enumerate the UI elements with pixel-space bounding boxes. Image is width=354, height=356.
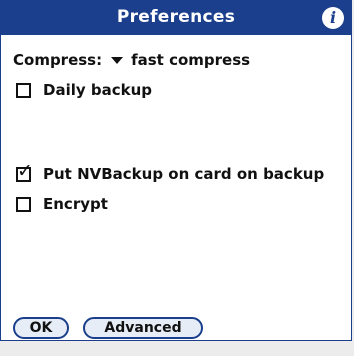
compress-label: Compress:: [13, 51, 103, 69]
daily-backup-row[interactable]: Daily backup: [13, 81, 152, 99]
put-on-card-label[interactable]: Put NVBackup on card on backup: [43, 165, 324, 183]
title-bar: Preferences i: [1, 1, 351, 35]
ok-button[interactable]: OK: [13, 317, 69, 339]
advanced-button[interactable]: Advanced: [83, 317, 203, 339]
compress-select[interactable]: fast compress: [131, 51, 250, 69]
checkmark-icon: ✓: [17, 159, 33, 182]
info-icon[interactable]: i: [322, 7, 344, 29]
daily-backup-checkbox[interactable]: [16, 82, 31, 98]
put-on-card-row[interactable]: ✓ Put NVBackup on card on backup: [13, 161, 324, 183]
encrypt-checkbox[interactable]: [16, 196, 31, 212]
daily-backup-label[interactable]: Daily backup: [43, 81, 152, 99]
encrypt-row[interactable]: Encrypt: [13, 195, 108, 213]
dropdown-arrow-icon[interactable]: [111, 56, 124, 64]
compress-row: Compress: fast compress: [13, 51, 250, 69]
preferences-dialog: Preferences i Compress: fast compress Da…: [0, 0, 352, 341]
dialog-title: Preferences: [116, 7, 236, 27]
put-on-card-checkbox[interactable]: ✓: [16, 161, 33, 182]
encrypt-label[interactable]: Encrypt: [43, 195, 108, 213]
